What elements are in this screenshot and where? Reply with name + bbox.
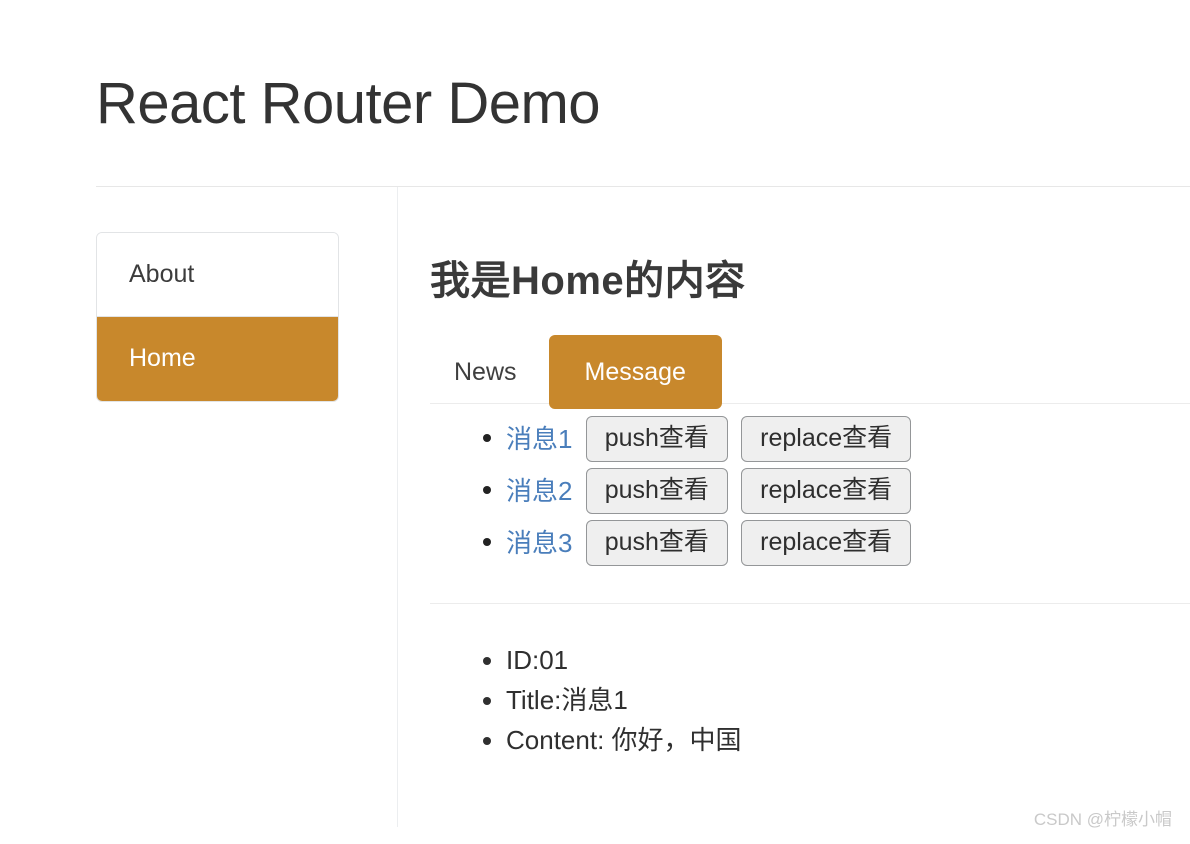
replace-view-button[interactable]: replace查看 [741, 416, 912, 462]
watermark: CSDN @柠檬小帽 [1033, 810, 1172, 829]
main-columns: About Home 我是Home的内容 News Message 消 [96, 186, 1190, 827]
page-title: React Router Demo [96, 71, 601, 136]
list-item: 消息3 push查看 replace查看 [506, 515, 1190, 567]
tab-news[interactable]: News [430, 341, 541, 403]
list-item: 消息2 push查看 replace查看 [506, 463, 1190, 515]
tab-label: Message [584, 357, 686, 386]
message-link[interactable]: 消息3 [506, 528, 572, 558]
sidebar-nav: About Home [96, 231, 339, 402]
message-detail-list: ID:01 Title:消息1 Content: 你好，中国 [430, 640, 1190, 760]
sidebar-item-label: About [129, 259, 195, 288]
message-link[interactable]: 消息2 [506, 476, 572, 506]
tab-label: News [454, 357, 517, 386]
sidebar-item-label: Home [129, 344, 196, 373]
detail-content: Content: 你好，中国 [506, 720, 1190, 760]
sidebar-item-about[interactable]: About [97, 232, 338, 318]
detail-title: Title:消息1 [506, 680, 1190, 720]
content-divider [430, 602, 1190, 604]
message-list: 消息1 push查看 replace查看 消息2 push查看 replace查… [430, 411, 1190, 567]
sidebar-item-home[interactable]: Home [97, 317, 338, 401]
message-link[interactable]: 消息1 [506, 424, 572, 454]
replace-view-button[interactable]: replace查看 [741, 468, 912, 514]
sidebar-column: About Home [96, 187, 397, 402]
push-view-button[interactable]: push查看 [585, 520, 728, 566]
detail-id: ID:01 [506, 640, 1190, 680]
content-heading: 我是Home的内容 [430, 258, 746, 303]
content-column: 我是Home的内容 News Message 消息1 push查看 replac… [397, 186, 1190, 827]
push-view-button[interactable]: push查看 [585, 468, 728, 514]
push-view-button[interactable]: push查看 [585, 416, 728, 462]
page-container: React Router Demo About Home 我是Home的内容 N… [0, 0, 1190, 827]
tab-message[interactable]: Message [548, 334, 722, 409]
replace-view-button[interactable]: replace查看 [741, 520, 912, 566]
list-item: 消息1 push查看 replace查看 [506, 411, 1190, 463]
tab-bar: News Message [430, 327, 1190, 409]
